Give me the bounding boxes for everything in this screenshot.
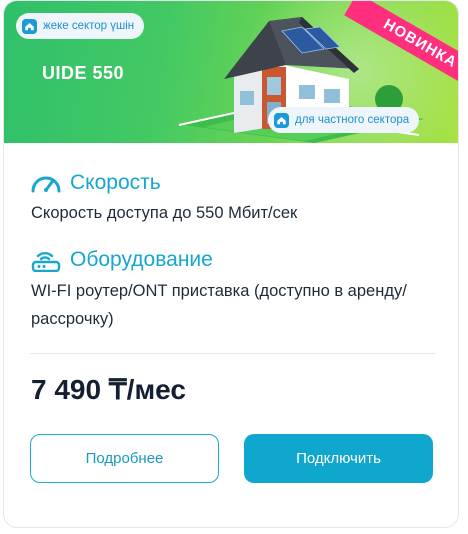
- tariff-card: жеке сектор үшін UIDE 550 НОВИНКА для ча…: [3, 0, 459, 528]
- speedometer-icon: [31, 176, 61, 193]
- equipment-title-text: Оборудование: [70, 248, 213, 271]
- pill-ru-label: для частного сектора: [295, 114, 410, 126]
- tariff-name: UIDE 550: [42, 63, 125, 83]
- pill-private-sector-kz: жеке сектор үшін: [16, 13, 145, 39]
- tariff-banner: жеке сектор үшін UIDE 550 НОВИНКА для ча…: [4, 1, 458, 143]
- equipment-description: WI-FI роутер/ONT приставка (доступно в а…: [31, 282, 407, 328]
- equipment-section-title: Оборудование: [30, 248, 213, 272]
- price: 7 490 ₸/мес: [31, 374, 186, 405]
- pill-private-sector-ru: для частного сектора: [268, 107, 420, 133]
- house-icon: [22, 18, 37, 34]
- speed-section-title: Скорость: [30, 171, 161, 195]
- connect-button[interactable]: Подключить: [244, 434, 433, 483]
- more-details-button[interactable]: Подробнее: [30, 434, 219, 483]
- pill-kz-label: жеке сектор үшін: [43, 20, 135, 32]
- house-icon: [274, 112, 289, 128]
- divider: [30, 353, 436, 354]
- speed-description: Скорость доступа до 550 Мбит/сек: [31, 204, 298, 222]
- speed-title-text: Скорость: [70, 171, 161, 194]
- router-icon: [31, 251, 61, 272]
